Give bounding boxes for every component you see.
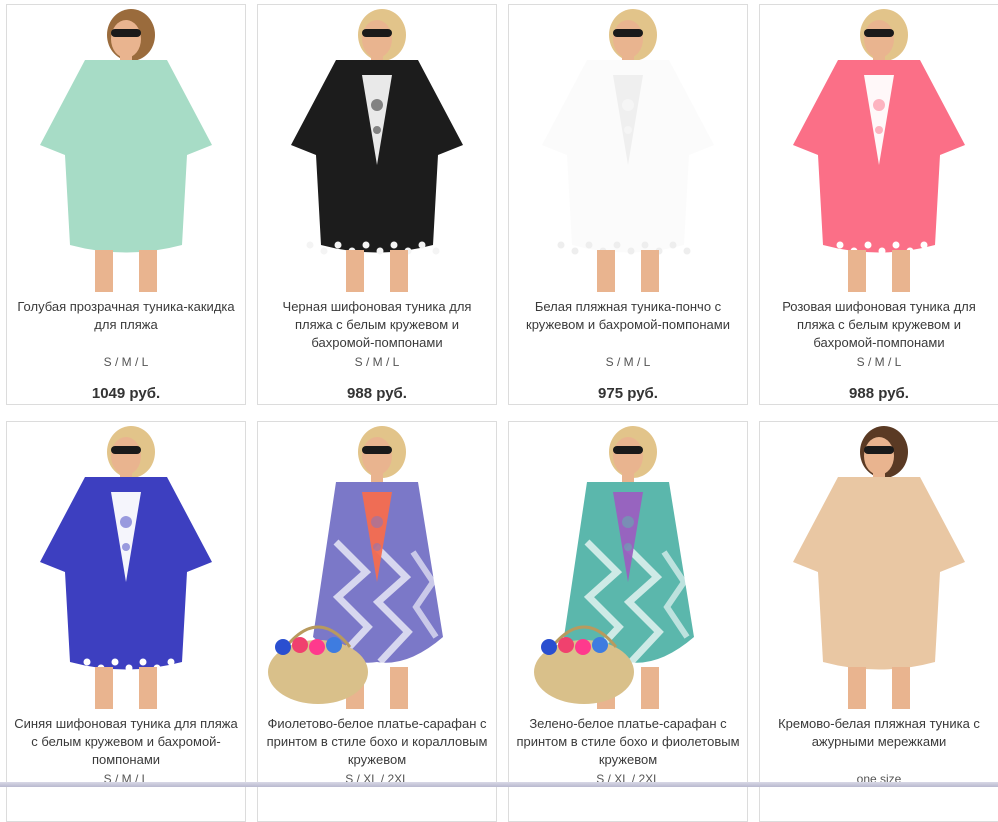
model-illustration	[258, 422, 496, 709]
product-card[interactable]: Черная шифоновая туника для пляжа с белы…	[257, 4, 497, 405]
scroll-edge	[0, 782, 998, 787]
product-price: 975 руб.	[598, 385, 658, 402]
product-title[interactable]: Зелено-белое платье-сарафан с принтом в …	[513, 715, 743, 769]
product-photo[interactable]	[509, 5, 747, 292]
product-card[interactable]: Зелено-белое платье-сарафан с принтом в …	[508, 421, 748, 822]
product-price: 988 руб.	[347, 385, 407, 402]
product-photo[interactable]	[7, 422, 245, 709]
product-sizes: S / M / L	[354, 355, 400, 369]
model-illustration	[760, 422, 998, 709]
model-illustration	[760, 5, 998, 292]
product-title[interactable]: Белая пляжная туника-пончо с кружевом и …	[513, 298, 743, 352]
product-grid: Голубая прозрачная туника-какидка для пл…	[6, 4, 998, 822]
product-card[interactable]: Фиолетово-белое платье-сарафан с принтом…	[257, 421, 497, 822]
model-illustration	[509, 422, 747, 709]
product-price: 1049 руб.	[91, 385, 161, 402]
product-price: 988 руб.	[849, 385, 909, 402]
product-sizes: S / M / L	[605, 355, 651, 369]
product-title[interactable]: Синяя шифоновая туника для пляжа с белым…	[11, 715, 241, 769]
model-illustration	[258, 5, 496, 292]
product-photo[interactable]	[509, 422, 747, 709]
model-illustration	[509, 5, 747, 292]
product-sizes: S / M / L	[103, 355, 149, 369]
product-card[interactable]: Голубая прозрачная туника-какидка для пл…	[6, 4, 246, 405]
product-title[interactable]: Черная шифоновая туника для пляжа с белы…	[262, 298, 492, 352]
product-sizes: S / M / L	[856, 355, 902, 369]
product-title[interactable]: Голубая прозрачная туника-какидка для пл…	[11, 298, 241, 352]
model-illustration	[7, 5, 245, 292]
product-title[interactable]: Розовая шифоновая туника для пляжа с бел…	[764, 298, 994, 352]
product-photo[interactable]	[258, 5, 496, 292]
product-photo[interactable]	[7, 5, 245, 292]
product-card[interactable]: Синяя шифоновая туника для пляжа с белым…	[6, 421, 246, 822]
product-card[interactable]: Белая пляжная туника-пончо с кружевом и …	[508, 4, 748, 405]
product-title[interactable]: Фиолетово-белое платье-сарафан с принтом…	[262, 715, 492, 769]
product-photo[interactable]	[760, 5, 998, 292]
product-photo[interactable]	[760, 422, 998, 709]
product-photo[interactable]	[258, 422, 496, 709]
product-card[interactable]: Розовая шифоновая туника для пляжа с бел…	[759, 4, 998, 405]
model-illustration	[7, 422, 245, 709]
product-card[interactable]: Кремово-белая пляжная туника с ажурными …	[759, 421, 998, 822]
product-title[interactable]: Кремово-белая пляжная туника с ажурными …	[764, 715, 994, 769]
